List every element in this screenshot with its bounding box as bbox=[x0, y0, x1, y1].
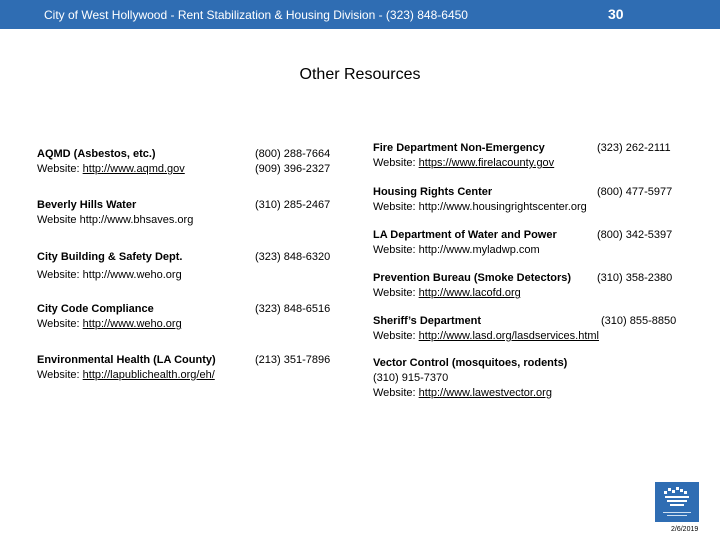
resource-name: City Building & Safety Dept. bbox=[37, 251, 183, 263]
resource-website: Website: http://www.myladwp.com bbox=[373, 244, 540, 256]
resource-name: City Code Compliance bbox=[37, 303, 154, 315]
website-link[interactable]: http://www.weho.org bbox=[83, 269, 182, 281]
phone-number: (800) 342-5397 bbox=[597, 229, 673, 241]
header-title: City of West Hollywood - Rent Stabilizat… bbox=[44, 8, 468, 22]
phone-number: (323) 262-2111 bbox=[597, 142, 671, 154]
phone-number: (800) 288-7664 bbox=[255, 148, 331, 160]
website-link[interactable]: http://www.aqmd.gov bbox=[83, 163, 185, 175]
resource-environmental-health: Environmental Health (LA County) Website… bbox=[37, 353, 216, 383]
resource-name: Prevention Bureau (Smoke Detectors) bbox=[373, 272, 572, 284]
resource-name: Vector Control (mosquitoes, rodents) bbox=[373, 357, 568, 369]
resource-name: Housing Rights Center bbox=[373, 186, 493, 198]
resource-phones-aqmd: (800) 288-7664 (909) 396-2327 bbox=[255, 147, 330, 177]
resource-phones-environmental-health: (213) 351-7896 bbox=[255, 353, 330, 368]
resource-website: Website: http://lapublichealth.org/eh/ bbox=[37, 369, 215, 381]
page-title: Other Resources bbox=[299, 66, 421, 83]
resource-phones-beverly-hills-water: (310) 285-2467 bbox=[255, 198, 330, 213]
resource-name: Beverly Hills Water bbox=[37, 199, 137, 211]
resource-website: Website: http://www.lacofd.org bbox=[373, 287, 521, 299]
resource-fire-department: Fire Department Non-Emergency Website: h… bbox=[373, 141, 554, 171]
website-link[interactable]: http://www.weho.org bbox=[83, 318, 182, 330]
resource-website: Website: http://www.weho.org bbox=[37, 269, 182, 281]
resource-prevention-bureau: Prevention Bureau (Smoke Detectors) Webs… bbox=[373, 271, 571, 301]
resource-aqmd: AQMD (Asbestos, etc.) Website: http://ww… bbox=[37, 147, 185, 177]
resource-name: Fire Department Non-Emergency bbox=[373, 142, 545, 154]
resource-website: Website: http://www.lasd.org/lasdservice… bbox=[373, 330, 600, 342]
phone-number: (323) 848-6516 bbox=[255, 303, 331, 315]
footer-date: 2/6/2019 bbox=[671, 526, 699, 533]
page-number: 30 bbox=[608, 6, 624, 22]
website-link[interactable]: http://www.housingrightscenter.org bbox=[419, 201, 587, 213]
website-link[interactable]: http://www.myladwp.com bbox=[419, 244, 540, 256]
resource-website: Website: http://www.housingrightscenter.… bbox=[373, 201, 587, 213]
website-link[interactable]: http://www.lawestvector.org bbox=[419, 387, 552, 399]
resource-phones-code-compliance: (323) 848-6516 bbox=[255, 302, 330, 317]
phone-number: (310) 285-2467 bbox=[255, 199, 331, 211]
resource-name: LA Department of Water and Power bbox=[373, 229, 557, 241]
resource-vector-control: Vector Control (mosquitoes, rodents) (31… bbox=[373, 356, 567, 401]
header-bar: City of West Hollywood - Rent Stabilizat… bbox=[0, 0, 720, 29]
resource-name: Sheriff’s Department bbox=[373, 315, 481, 327]
phone-number: (213) 351-7896 bbox=[255, 354, 331, 366]
resource-housing-rights-center: Housing Rights Center Website: http://ww… bbox=[373, 185, 587, 215]
website-link[interactable]: http://www.lasd.org/lasdservices.html bbox=[419, 330, 599, 342]
website-link[interactable]: http://www.lacofd.org bbox=[419, 287, 521, 299]
resource-ladwp: LA Department of Water and Power Website… bbox=[373, 228, 557, 258]
resource-name: AQMD (Asbestos, etc.) bbox=[37, 148, 156, 160]
phone-number: (310) 915-7370 bbox=[373, 372, 449, 384]
resource-phones-building-safety: (323) 848-6320 bbox=[255, 250, 330, 265]
resource-beverly-hills-water: Beverly Hills Water Website http://www.b… bbox=[37, 198, 193, 228]
resource-website: Website: http://www.aqmd.gov bbox=[37, 163, 185, 175]
resource-website: Website http://www.bhsaves.org bbox=[37, 214, 194, 226]
website-link[interactable]: https://www.firelacounty.gov bbox=[419, 157, 555, 169]
phone-number: (323) 848-6320 bbox=[255, 251, 331, 263]
resource-website: Website: https://www.firelacounty.gov bbox=[373, 157, 555, 169]
resource-name: Environmental Health (LA County) bbox=[37, 354, 216, 366]
resource-sheriff: Sheriff’s Department Website: http://www… bbox=[373, 314, 599, 344]
resource-code-compliance: City Code Compliance Website: http://www… bbox=[37, 302, 182, 332]
city-logo-icon bbox=[655, 482, 699, 522]
phone-number: (800) 477-5977 bbox=[597, 186, 673, 198]
phone-number: (310) 358-2380 bbox=[597, 272, 673, 284]
website-link[interactable]: http://lapublichealth.org/eh/ bbox=[83, 369, 215, 381]
resource-building-safety: City Building & Safety Dept. Website: ht… bbox=[37, 250, 182, 283]
resource-website: Website: http://www.lawestvector.org bbox=[373, 387, 552, 399]
phone-number: (310) 855-8850 bbox=[601, 315, 677, 327]
resource-website: Website: http://www.weho.org bbox=[37, 318, 182, 330]
phone-number: (909) 396-2327 bbox=[255, 163, 331, 175]
website-link[interactable]: http://www.bhsaves.org bbox=[80, 214, 194, 226]
